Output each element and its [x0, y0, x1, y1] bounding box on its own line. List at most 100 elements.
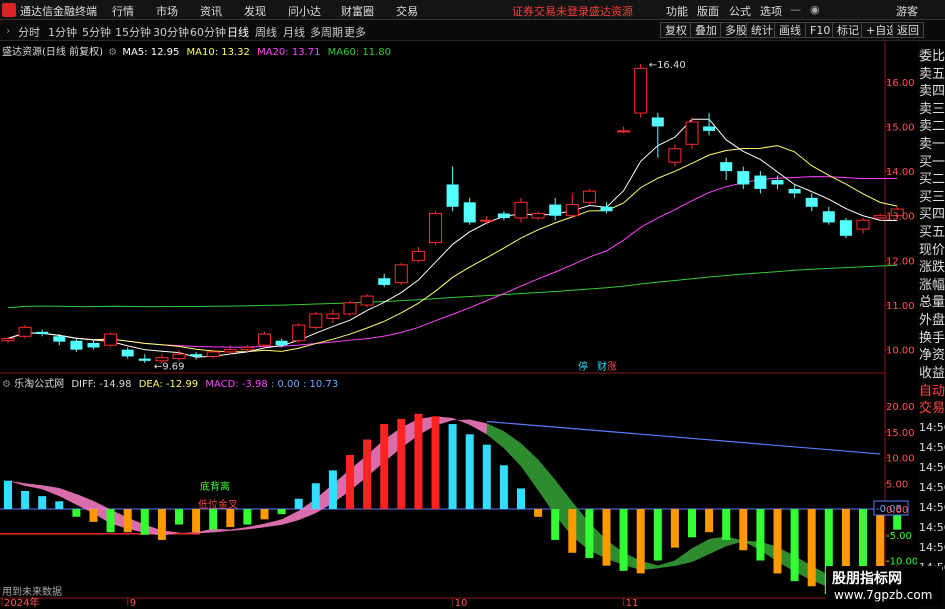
collapse-icon[interactable]: ⚙	[2, 379, 11, 390]
price-axis-label: 15.00	[886, 122, 915, 133]
candle-body	[190, 354, 203, 357]
macd-bar	[465, 434, 474, 510]
sidebar-item: 买四	[919, 207, 945, 223]
candle-body	[600, 206, 613, 212]
candle-body	[771, 180, 784, 185]
sidebar-item: 涨幅	[919, 277, 945, 293]
date-axis-label: 11	[626, 598, 639, 609]
macd-bar	[4, 480, 12, 510]
settings-icon[interactable]: ⚙	[108, 47, 117, 58]
candle-body	[378, 278, 391, 285]
candle-body	[223, 349, 237, 353]
macd-axis-label: 10.00	[886, 454, 915, 465]
main-indicator-bar: 盛达资源(日线 前复权) ⚙ MA5: 12.95 MA10: 13.32 MA…	[2, 43, 391, 58]
candle-body	[53, 336, 66, 342]
macd-bar	[585, 509, 594, 558]
candle-body	[531, 213, 545, 219]
macd-bar	[636, 509, 645, 574]
candle-body	[206, 351, 220, 357]
ma20-value: MA20: 13.71	[257, 47, 321, 58]
candle-body	[788, 188, 801, 194]
price-axis-label: 11.00	[886, 301, 915, 312]
macd-bar	[705, 509, 714, 533]
candle-body	[634, 67, 648, 114]
tick-time: 14:56	[919, 441, 945, 454]
macd-bar	[482, 444, 491, 510]
sidebar-item: 现价	[919, 242, 945, 258]
macd-bar	[175, 509, 183, 525]
macd-bar	[192, 509, 201, 533]
sidebar-item: 收益	[919, 365, 945, 381]
macd-bar	[55, 501, 64, 510]
candle-body	[446, 184, 459, 207]
candle-body	[121, 349, 134, 357]
sidebar-item: 卖一	[919, 137, 945, 152]
candle-body	[275, 340, 288, 346]
tick-time: 14:56	[919, 421, 945, 434]
sidebar-item: 买二	[919, 172, 945, 188]
candle-body	[360, 295, 374, 306]
sidebar-item: 卖五	[919, 66, 945, 82]
candle-body	[480, 219, 494, 222]
macd-bar	[551, 509, 560, 540]
macd-bar	[38, 496, 47, 510]
sidebar-item: 总量	[919, 295, 945, 311]
candle-body	[856, 219, 870, 230]
candle-body	[394, 264, 408, 284]
golden-cross-label: 低位金叉	[198, 498, 238, 511]
price-axis-label: 14.00	[886, 167, 915, 178]
macd-bar	[72, 509, 81, 517]
candle-body	[18, 326, 32, 337]
macd-bar	[397, 418, 406, 510]
tag-finance: 财	[597, 360, 607, 373]
tick-time: 14:56	[919, 501, 945, 514]
macd-bar	[380, 424, 389, 510]
macd-bar	[123, 509, 132, 533]
macd-bar	[346, 454, 354, 510]
kline-chart[interactable]: ←16.40←9.69 停财涨底背离低位金叉 -0.0816.0015.0014.0…	[0, 0, 945, 609]
formula-title: 乐淘公式网	[14, 379, 65, 390]
future-data-notice: 用到未来数据	[2, 587, 62, 598]
macd-bar	[807, 509, 816, 587]
sidebar-item: 卖四	[919, 84, 945, 100]
diff-value: DIFF: -14.98	[71, 379, 132, 390]
macd-trend-line	[486, 420, 881, 455]
candle-body	[549, 204, 562, 216]
macd-bar	[106, 509, 115, 533]
quote-sidebar: 委比 卖五 卖四 卖三 卖二 卖一 买一 买二 买三 买四 买五 现价 涨跌 涨幅 总量 外盘 换手 净资 收益 自动…	[917, 41, 945, 609]
candle-body	[565, 204, 579, 217]
macd-bar	[328, 470, 337, 510]
macd-bar	[21, 491, 30, 510]
candle-body	[309, 313, 323, 328]
macd-bar	[448, 424, 457, 510]
watermark-url: www.7gpzb.com	[834, 588, 933, 602]
candle-body	[873, 215, 887, 219]
macd-value: MACD: -3.98	[205, 379, 268, 390]
candle-body	[703, 126, 716, 131]
ma60-line	[7, 264, 898, 309]
auto-trade-label[interactable]: 自动交易	[919, 383, 945, 417]
sidebar-item: 买一	[919, 154, 945, 170]
macd-bar	[568, 509, 577, 553]
price-axis-label: 16.00	[886, 78, 915, 89]
divergence-label: 底背离	[200, 480, 230, 493]
macd-bar	[277, 509, 286, 515]
candle-body	[258, 333, 271, 346]
sidebar-item: 外盘	[919, 313, 945, 328]
macd-bar	[363, 439, 372, 510]
date-axis-label: 9	[130, 598, 136, 609]
candle-body	[429, 213, 442, 244]
candle-body	[685, 121, 699, 145]
macd-axis-label: 5.00	[886, 479, 908, 490]
candle-body	[651, 117, 664, 127]
sidebar-item: 净资	[919, 348, 945, 364]
candle-body	[138, 358, 151, 361]
candle-body	[104, 333, 118, 346]
candle-body	[292, 324, 306, 342]
macd-bar	[243, 509, 252, 525]
sidebar-item: 卖三	[919, 101, 945, 117]
price-axis-label: 12.00	[886, 256, 915, 267]
macd-bar	[739, 509, 748, 551]
ma5-value: MA5: 12.95	[122, 47, 180, 58]
macd-bar	[226, 509, 235, 528]
